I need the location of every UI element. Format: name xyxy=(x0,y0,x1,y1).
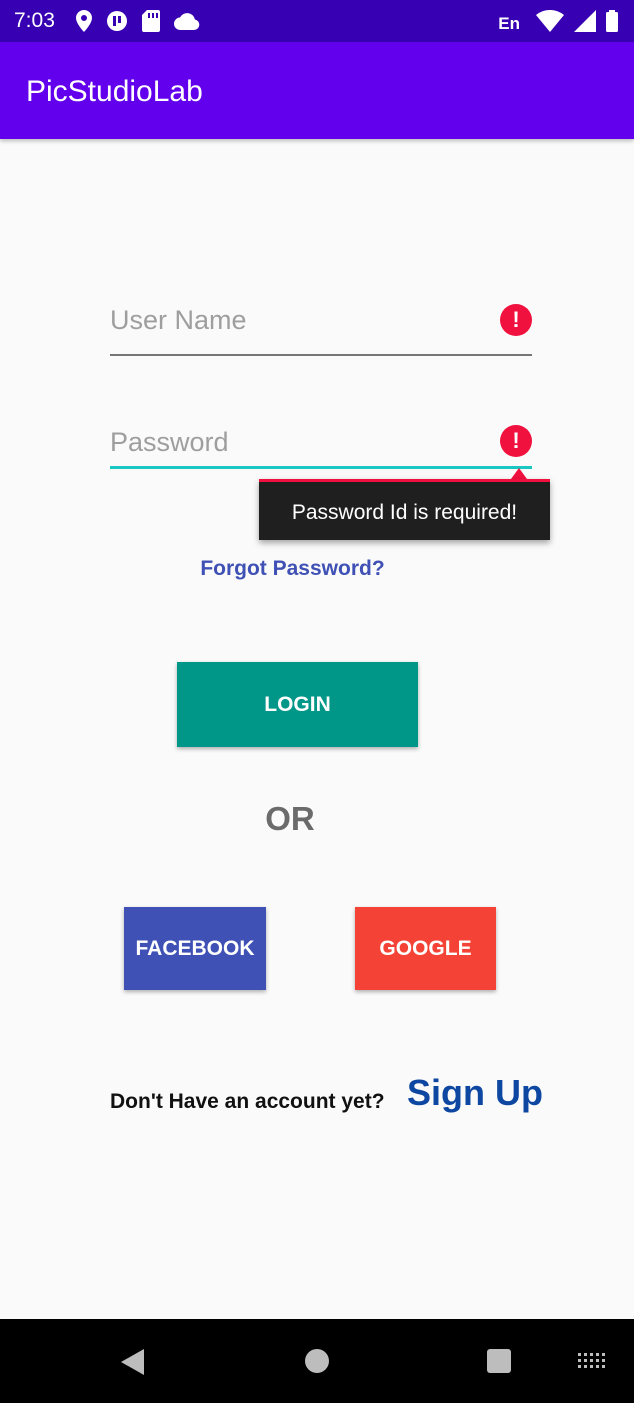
tooltip-arrow xyxy=(511,468,527,479)
signal-icon xyxy=(574,10,596,37)
cloud-icon xyxy=(173,12,200,35)
location-icon xyxy=(76,10,92,37)
password-field[interactable]: ! xyxy=(110,422,532,472)
username-underline xyxy=(110,354,532,356)
status-bar: 7:03 En xyxy=(0,0,634,42)
password-input[interactable] xyxy=(110,422,490,462)
app-title: PicStudioLab xyxy=(26,75,203,108)
username-field[interactable]: ! xyxy=(110,300,532,358)
password-error-icon: ! xyxy=(500,425,532,457)
forgot-password-link[interactable]: Forgot Password? xyxy=(0,557,585,581)
status-time: 7:03 xyxy=(14,9,55,32)
username-input[interactable] xyxy=(110,300,490,340)
password-underline xyxy=(110,466,532,469)
battery-icon xyxy=(606,10,618,37)
nav-bar xyxy=(0,1319,634,1403)
status-lang: En xyxy=(498,13,520,33)
status-icons-right: En xyxy=(498,9,618,37)
facebook-button[interactable]: FACEBOOK xyxy=(124,907,266,990)
vpn-key-icon xyxy=(106,10,128,37)
signup-link[interactable]: Sign Up xyxy=(407,1072,543,1114)
username-error-icon: ! xyxy=(500,304,532,336)
google-button[interactable]: GOOGLE xyxy=(355,907,496,990)
login-button[interactable]: LOGIN xyxy=(177,662,418,747)
password-error-tooltip: Password Id is required! xyxy=(259,479,550,540)
status-icons-left xyxy=(76,10,200,37)
signup-prompt: Don't Have an account yet? xyxy=(110,1090,385,1113)
home-icon[interactable] xyxy=(305,1349,329,1373)
back-icon[interactable] xyxy=(121,1349,144,1375)
recents-icon[interactable] xyxy=(487,1349,511,1373)
wifi-icon xyxy=(536,9,564,37)
app-bar: PicStudioLab xyxy=(0,42,634,139)
sd-card-icon xyxy=(142,10,160,37)
or-divider-text: OR xyxy=(265,800,315,837)
keyboard-icon[interactable] xyxy=(578,1353,605,1368)
